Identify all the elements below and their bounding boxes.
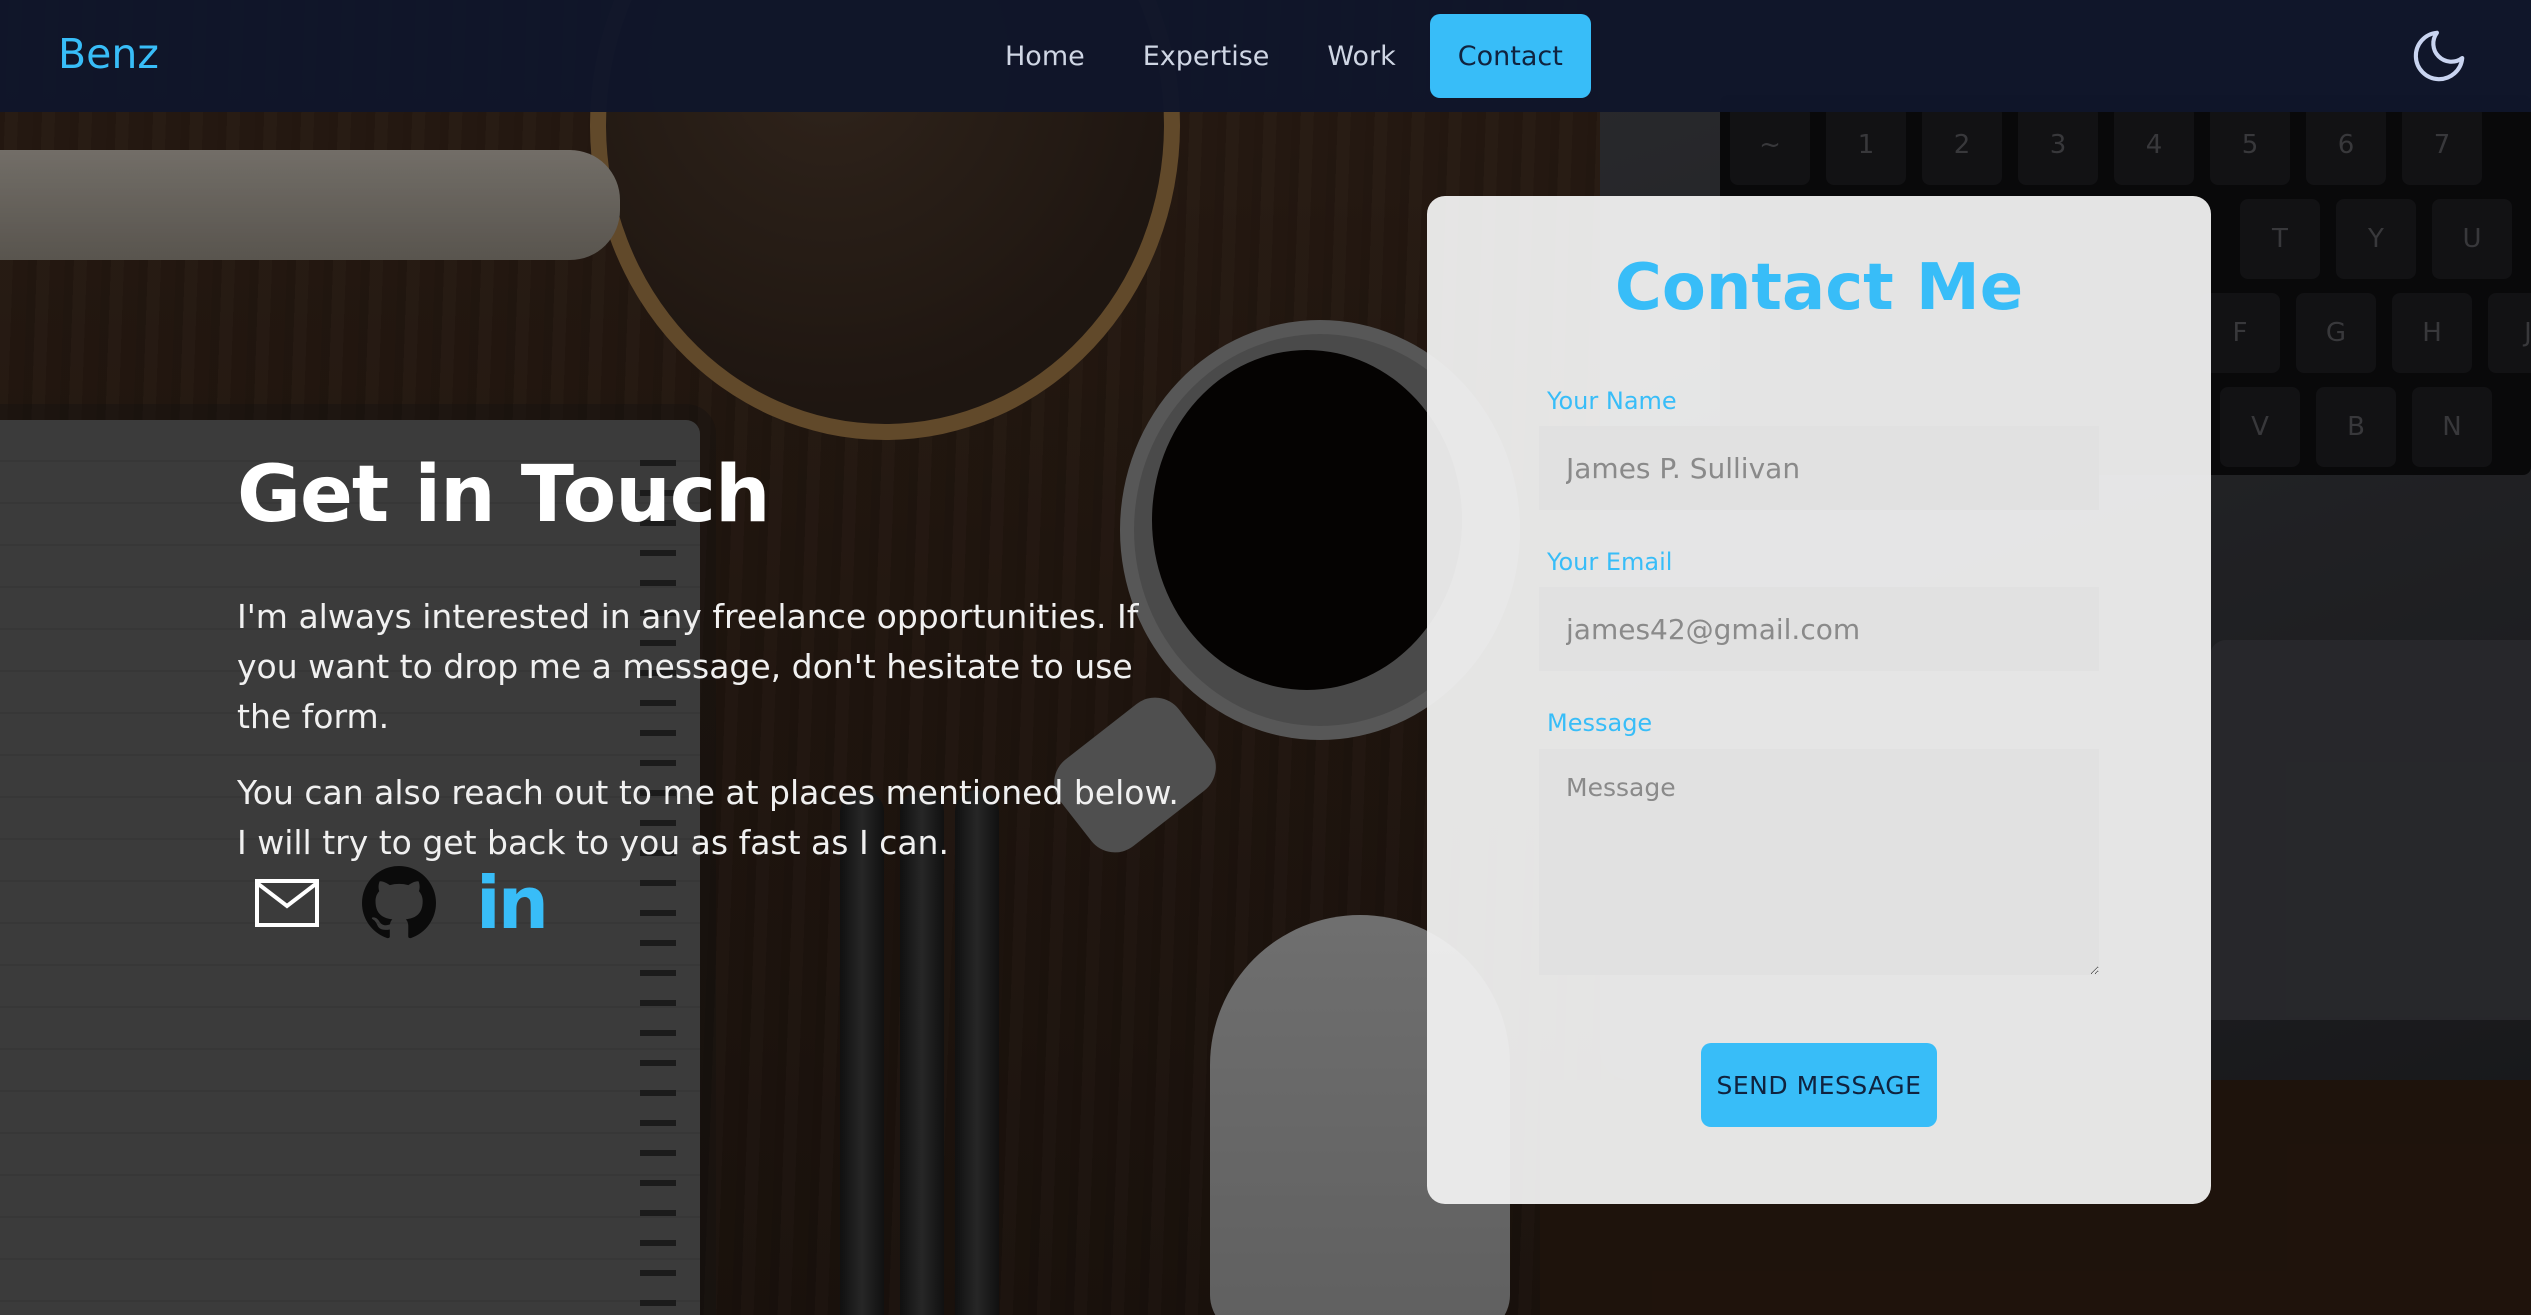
hero-section: Get in Touch I'm always interested in an…: [237, 450, 1197, 894]
name-input[interactable]: [1539, 426, 2099, 510]
github-icon: [362, 866, 436, 939]
contact-form-card: Contact Me Your Name Your Email Message …: [1427, 196, 2211, 1204]
email-link[interactable]: [247, 863, 327, 943]
nav-link-work[interactable]: Work: [1303, 14, 1419, 98]
contact-form-title: Contact Me: [1614, 251, 2024, 325]
linkedin-icon: in: [476, 861, 549, 945]
mail-icon: [255, 879, 319, 927]
brand-logo[interactable]: Benz: [58, 30, 159, 78]
moon-icon: [2413, 30, 2465, 82]
social-links: in: [247, 861, 583, 945]
nav-link-expertise[interactable]: Expertise: [1119, 14, 1294, 98]
intro-paragraph: I'm always interested in any freelance o…: [237, 597, 1139, 736]
nav-link-contact[interactable]: Contact: [1429, 14, 1591, 98]
email-label: Your Email: [1547, 548, 1673, 576]
theme-toggle-button[interactable]: [2405, 22, 2473, 90]
nav-links: Home Expertise Work Contact: [981, 14, 1591, 98]
github-link[interactable]: [359, 863, 439, 943]
linkedin-link[interactable]: in: [471, 861, 551, 945]
email-input[interactable]: [1539, 587, 2099, 671]
navbar: Benz Home Expertise Work Contact: [0, 0, 2531, 112]
send-message-button[interactable]: SEND MESSAGE: [1701, 1043, 1937, 1127]
reach-out-paragraph: You can also reach out to me at places m…: [237, 773, 1179, 862]
message-label: Message: [1547, 709, 1653, 737]
name-label: Your Name: [1547, 387, 1677, 415]
page-title: Get in Touch: [237, 450, 771, 540]
message-textarea[interactable]: [1539, 749, 2099, 975]
nav-link-home[interactable]: Home: [981, 14, 1109, 98]
